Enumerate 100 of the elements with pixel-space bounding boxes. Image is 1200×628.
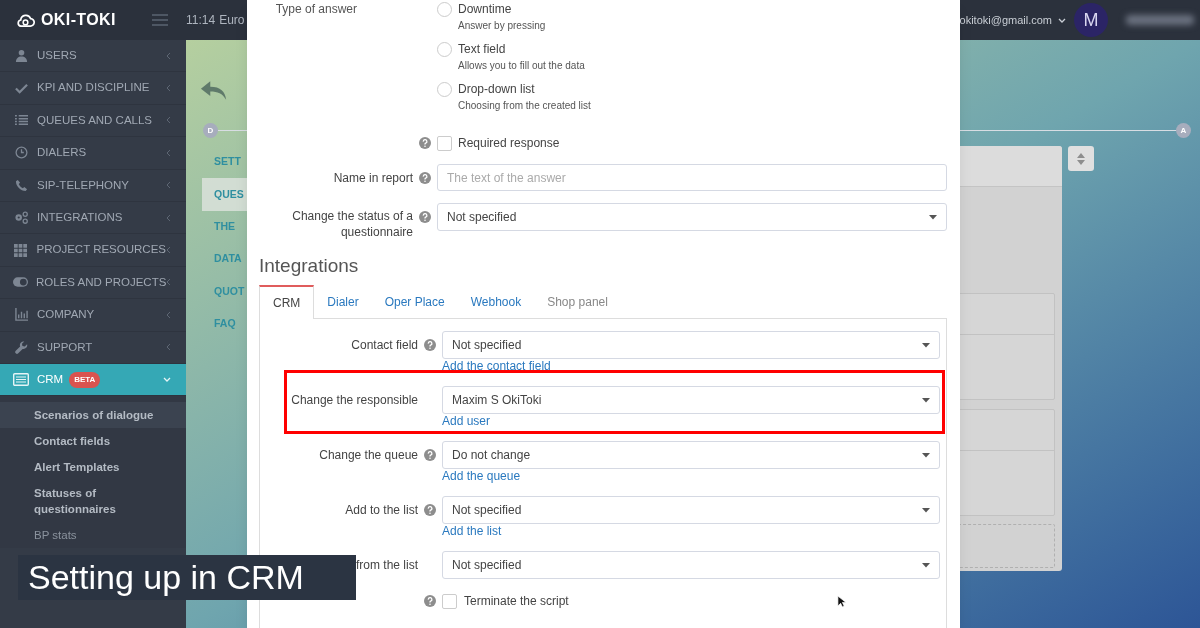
field-label: Name in report (333, 170, 413, 186)
sidebar-item-label: CRM (37, 371, 64, 387)
link[interactable]: Add the list (442, 524, 502, 538)
clock-icon (13, 146, 29, 160)
bar-chart-icon (13, 308, 29, 322)
submenu-item[interactable]: Contact fields (0, 428, 186, 455)
caret-icon (922, 452, 930, 458)
option-label: Downtime (458, 2, 513, 16)
beta-badge: BETA (69, 371, 101, 388)
dropdown-select[interactable]: Maxim S OkiToki (442, 386, 940, 414)
checkbox-label: Terminate the script (464, 593, 569, 610)
user-icon (13, 49, 29, 63)
dropdown-select[interactable]: Not specified (437, 203, 947, 231)
submenu-item[interactable]: Statuses of questionnaires (0, 480, 186, 523)
caret-icon (922, 562, 930, 568)
option-label: Drop-down list (458, 82, 536, 96)
radio-option[interactable]: Drop-down list Choosing from the created list (437, 82, 591, 112)
sidebar-item-label: USERS (37, 48, 77, 64)
menu-icon[interactable] (152, 14, 168, 26)
clock-time: 11:14 (186, 12, 216, 29)
help-icon[interactable] (419, 172, 431, 184)
caret-icon (929, 214, 937, 220)
card-icon (13, 373, 29, 387)
sidebar-item-label: SIP-TELEPHONY (37, 177, 130, 193)
help-icon[interactable] (419, 211, 431, 223)
sidebar-item-label: ROLES AND PROJECTS (36, 274, 167, 290)
field-label: Type of answer (275, 2, 357, 18)
cloud-logo-icon (16, 12, 35, 28)
submenu-item[interactable]: Scenarios of dialogue (0, 402, 186, 429)
link[interactable]: Add the contact field (442, 359, 551, 373)
option-hint: Allows you to fill out the data (458, 59, 585, 72)
dropdown-select[interactable]: Not specified (442, 551, 940, 579)
field-label: Change the status of a questionnaire (291, 208, 413, 240)
grid-icon (13, 243, 29, 257)
dropdown-select[interactable]: Not specified (442, 331, 940, 359)
field-label: Contact field (351, 337, 418, 353)
section-title: Integrations (259, 254, 360, 278)
phone-icon (13, 178, 29, 192)
chevron-left-icon (166, 343, 171, 352)
timezone-text: Euro (219, 12, 245, 29)
check-icon (13, 81, 29, 95)
blurred-name (1126, 15, 1194, 25)
caret-icon (922, 507, 930, 513)
link[interactable]: Add user (442, 414, 491, 428)
sidebar-item-label: SUPPORT (37, 339, 93, 355)
field-label: from the list (356, 557, 418, 573)
list-icon (13, 113, 29, 127)
sidebar-item[interactable]: PROJECT RESOURCES (0, 234, 186, 267)
help-icon[interactable] (424, 339, 436, 351)
checkbox[interactable] (437, 135, 452, 151)
checkbox-label: Required response (458, 135, 560, 152)
chevron-left-icon (166, 310, 171, 319)
help-icon[interactable] (424, 504, 436, 516)
field-label: Add to the list (345, 502, 418, 518)
chevron-left-icon (166, 246, 171, 255)
tab[interactable]: Webhook (457, 285, 535, 319)
chevron-left-icon (166, 148, 171, 157)
radio-option[interactable]: Text field Allows you to fill out the data (437, 42, 585, 72)
sort-button[interactable] (1068, 146, 1094, 171)
option-label: Text field (458, 42, 507, 56)
dropdown-select[interactable]: Not specified (442, 496, 940, 524)
chevron-down-icon (1058, 17, 1066, 23)
caret-icon (922, 397, 930, 403)
chevron-left-icon (166, 278, 172, 287)
help-icon[interactable] (424, 595, 436, 607)
help-icon[interactable] (424, 449, 436, 461)
field-label: Change the responsible (291, 392, 418, 408)
sidebar-item[interactable]: ROLES AND PROJECTS (0, 266, 186, 300)
text-input[interactable]: The text of the answer (437, 164, 947, 191)
caption-text: Setting up in CRM (18, 555, 356, 600)
checkbox[interactable] (442, 593, 457, 609)
chevron-left-icon (166, 51, 171, 60)
chevron-left-icon (166, 181, 171, 190)
sidebar-item-label: QUEUES AND CALLS (37, 112, 153, 128)
gears-icon (13, 211, 29, 225)
help-icon[interactable] (419, 137, 431, 149)
tab[interactable]: Dialer (314, 285, 372, 319)
field-label: Change the queue (319, 447, 418, 463)
back-arrow-icon[interactable] (200, 80, 228, 101)
option-hint: Answer by pressing (458, 19, 546, 32)
chevron-left-icon (166, 116, 171, 125)
tab[interactable]: CRM (259, 285, 315, 319)
nav-tab[interactable]: QUES (202, 178, 247, 211)
sidebar-item-label: DIALERS (37, 145, 87, 161)
sidebar-item-label: PROJECT RESOURCES (36, 242, 166, 258)
sort-icon (1076, 151, 1086, 166)
mouse-pointer-icon (837, 595, 846, 608)
caret-icon (922, 342, 930, 348)
submenu-item[interactable]: Alert Templates (0, 454, 186, 481)
sidebar-item[interactable]: CRM BETA (0, 363, 186, 397)
link[interactable]: Add the queue (442, 469, 521, 483)
sidebar-item-label: KPI AND DISCIPLINE (37, 80, 150, 96)
tab[interactable]: Oper Place (371, 285, 458, 319)
dropdown-select[interactable]: Do not change (442, 441, 940, 469)
account-menu[interactable]: okitoki@gmail.com (959, 11, 1066, 29)
radio-option[interactable]: Downtime Answer by pressing (437, 2, 546, 32)
sidebar-item-label: INTEGRATIONS (37, 210, 123, 225)
chevron-down-icon (163, 377, 171, 383)
sidebar-item-label: COMPANY (37, 307, 95, 323)
user-avatar[interactable]: M (1074, 3, 1108, 37)
